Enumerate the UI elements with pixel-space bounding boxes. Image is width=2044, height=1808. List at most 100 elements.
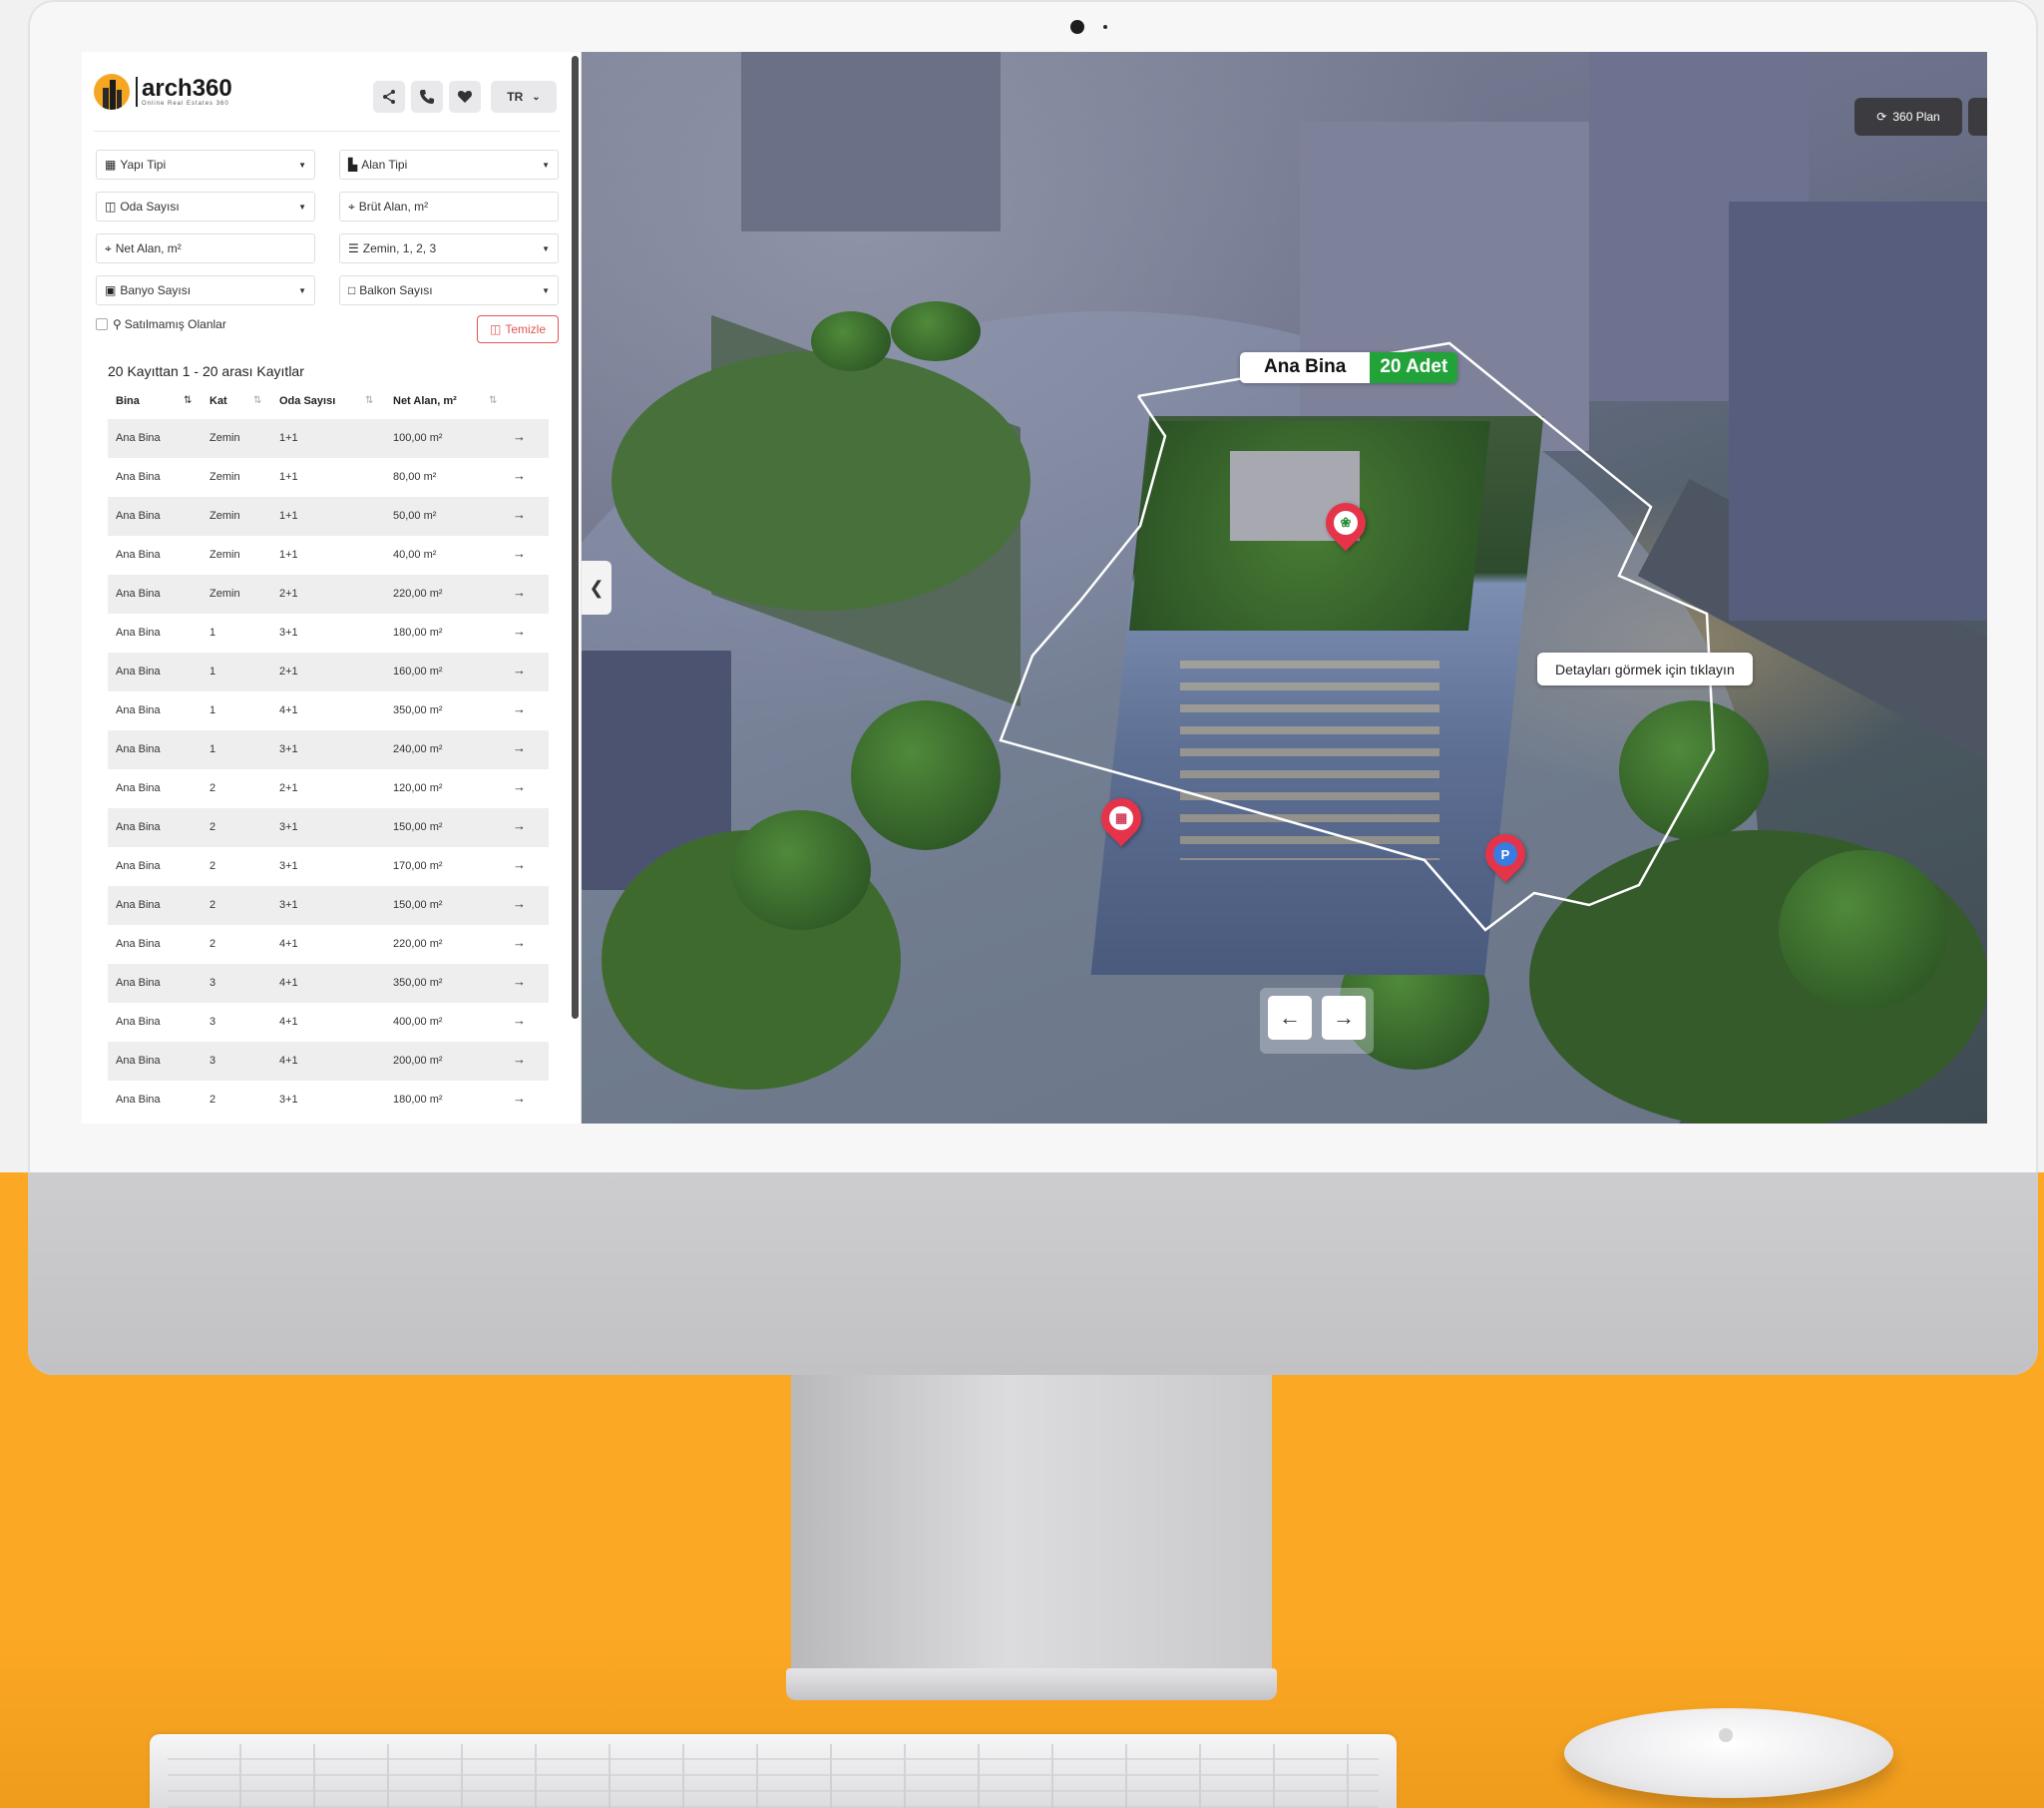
column-header-oda-sayisi[interactable]: Oda Sayısı [279,395,335,407]
filter-banyo-sayisi[interactable]: ▣ Banyo Sayısı ▼ [96,275,315,305]
table-row[interactable]: Ana Bina Zemin 1+1 100,00 m² → [108,419,549,458]
arrow-right-icon[interactable]: → [513,429,526,444]
sort-icon[interactable]: ⇅ [184,395,192,406]
clear-filters-button[interactable]: ◫ Temizle [477,315,559,343]
table-row[interactable]: Ana Bina 1 3+1 240,00 m² → [108,730,549,769]
collapse-sidebar-button[interactable]: ❮ [582,561,612,615]
arrow-right-icon[interactable]: → [513,1052,526,1067]
unsold-only-label: Satılmamış Olanlar [124,317,226,331]
sidebar-scrollbar[interactable] [572,56,579,1019]
sort-icon[interactable]: ⇅ [365,395,373,406]
arrow-right-icon[interactable]: → [513,896,526,911]
chevron-left-icon: ❮ [589,577,605,598]
favorite-button[interactable] [449,81,481,113]
filter-oda-sayisi[interactable]: ◫ Oda Sayısı ▼ [96,192,315,222]
cell-bina: Ana Bina [116,432,161,444]
filter-net-alan-label: Net Alan, m² [115,241,182,255]
table-row[interactable]: Ana Bina 1 2+1 160,00 m² → [108,653,549,691]
table-row[interactable]: Ana Bina 1 3+1 180,00 m² → [108,614,549,653]
cell-oda-sayisi: 4+1 [279,1016,298,1028]
cell-kat: 1 [209,627,216,639]
filter-alan-tipi[interactable]: ▙ Alan Tipi ▼ [339,150,559,180]
table-row[interactable]: Ana Bina 1 4+1 350,00 m² → [108,691,549,730]
unsold-only-toggle[interactable]: ⚲ Satılmamış Olanlar [96,317,226,331]
table-row[interactable]: Ana Bina 2 3+1 150,00 m² → [108,808,549,847]
floor-plan-button[interactable] [1968,98,1987,136]
cell-net-alan: 350,00 m² [393,704,443,716]
sort-icon[interactable]: ⇅ [253,395,261,406]
layers-icon: ☰ [348,241,359,255]
monitor-stand-foot [786,1668,1277,1700]
cell-bina: Ana Bina [116,666,161,678]
cell-oda-sayisi: 3+1 [279,899,298,911]
table-row[interactable]: Ana Bina 3 4+1 400,00 m² → [108,1003,549,1042]
next-view-button[interactable]: → [1322,996,1366,1040]
building-label[interactable]: Ana Bina 20 Adet [1240,352,1458,383]
filter-yapi-tipi-label: Yapı Tipi [120,158,167,172]
arrow-right-icon[interactable]: → [513,974,526,989]
cell-kat: 2 [209,899,216,911]
app-logo[interactable]: arch360 Online Real Estates 360 [94,74,232,110]
monitor-chin [28,1172,2038,1375]
360-plan-button[interactable]: ⟳ 360 Plan [1854,98,1962,136]
table-row[interactable]: Ana Bina Zemin 2+1 220,00 m² → [108,575,549,614]
filter-kat[interactable]: ☰ Zemin, 1, 2, 3 ▼ [339,233,559,263]
unsold-only-checkbox[interactable] [96,318,108,330]
cell-kat: 2 [209,782,216,794]
table-row[interactable]: Ana Bina 3 4+1 350,00 m² → [108,964,549,1003]
arrow-right-icon[interactable]: → [513,468,526,483]
cell-oda-sayisi: 3+1 [279,821,298,833]
arrow-right-icon[interactable]: → [513,857,526,872]
column-header-net-alan[interactable]: Net Alan, m² [393,395,457,407]
filter-balkon-sayisi-label: Balkon Sayısı [359,283,433,297]
arrow-right-icon[interactable]: → [513,1013,526,1028]
table-row[interactable]: Ana Bina Zemin 1+1 50,00 m² → [108,497,549,536]
language-select[interactable]: TR ⌄ [491,81,557,113]
phone-button[interactable] [411,81,443,113]
cell-oda-sayisi: 4+1 [279,704,298,716]
table-row[interactable]: Ana Bina 2 3+1 150,00 m² → [108,886,549,925]
360-view[interactable]: Ana Bina 20 Adet ❀ ▦ P Detayları görmek … [582,52,1987,1124]
arrow-right-icon[interactable]: → [513,663,526,678]
arrow-right-icon[interactable]: → [513,818,526,833]
share-button[interactable] [373,81,405,113]
cell-kat: Zemin [209,588,240,600]
key-icon: ⚲ [113,317,122,331]
logo-subtitle: Online Real Estates 360 [142,101,229,107]
header-divider [94,131,560,132]
cell-bina: Ana Bina [116,704,161,716]
arrow-right-icon[interactable]: → [513,507,526,522]
cell-kat: 1 [209,666,216,678]
table-row[interactable]: Ana Bina Zemin 1+1 80,00 m² → [108,458,549,497]
cell-oda-sayisi: 1+1 [279,549,298,561]
filter-brut-alan[interactable]: ⌖ Brüt Alan, m² [339,192,559,222]
arrow-right-icon[interactable]: → [513,585,526,600]
previous-view-button[interactable]: ← [1268,996,1312,1040]
table-row[interactable]: Ana Bina 2 2+1 120,00 m² → [108,769,549,808]
rooms-icon: ◫ [105,200,117,214]
filter-net-alan[interactable]: ⌖ Net Alan, m² [96,233,315,263]
filter-balkon-sayisi[interactable]: □ Balkon Sayısı ▼ [339,275,559,305]
sort-icon[interactable]: ⇅ [489,395,497,406]
arrow-right-icon[interactable]: → [513,779,526,794]
cell-net-alan: 150,00 m² [393,821,443,833]
table-row[interactable]: Ana Bina 2 3+1 170,00 m² → [108,847,549,886]
arrow-right-icon[interactable]: → [513,935,526,950]
arrow-right-icon[interactable]: → [513,624,526,639]
details-tooltip[interactable]: Detayları görmek için tıklayın [1537,653,1753,685]
arrow-right-icon[interactable]: → [513,1091,526,1106]
table-row[interactable]: Ana Bina Zemin 1+1 40,00 m² → [108,536,549,575]
cell-net-alan: 220,00 m² [393,938,443,950]
arrow-right-icon[interactable]: → [513,546,526,561]
cell-oda-sayisi: 4+1 [279,938,298,950]
table-row[interactable]: Ana Bina 2 3+1 180,00 m² → [108,1081,549,1120]
cell-kat: 1 [209,743,216,755]
cell-oda-sayisi: 4+1 [279,1055,298,1067]
column-header-kat[interactable]: Kat [209,395,227,407]
table-row[interactable]: Ana Bina 2 4+1 220,00 m² → [108,925,549,964]
table-row[interactable]: Ana Bina 3 4+1 200,00 m² → [108,1042,549,1081]
arrow-right-icon[interactable]: → [513,740,526,755]
filter-yapi-tipi[interactable]: ▦ Yapı Tipi ▼ [96,150,315,180]
column-header-bina[interactable]: Bina [116,395,140,407]
arrow-right-icon[interactable]: → [513,701,526,716]
